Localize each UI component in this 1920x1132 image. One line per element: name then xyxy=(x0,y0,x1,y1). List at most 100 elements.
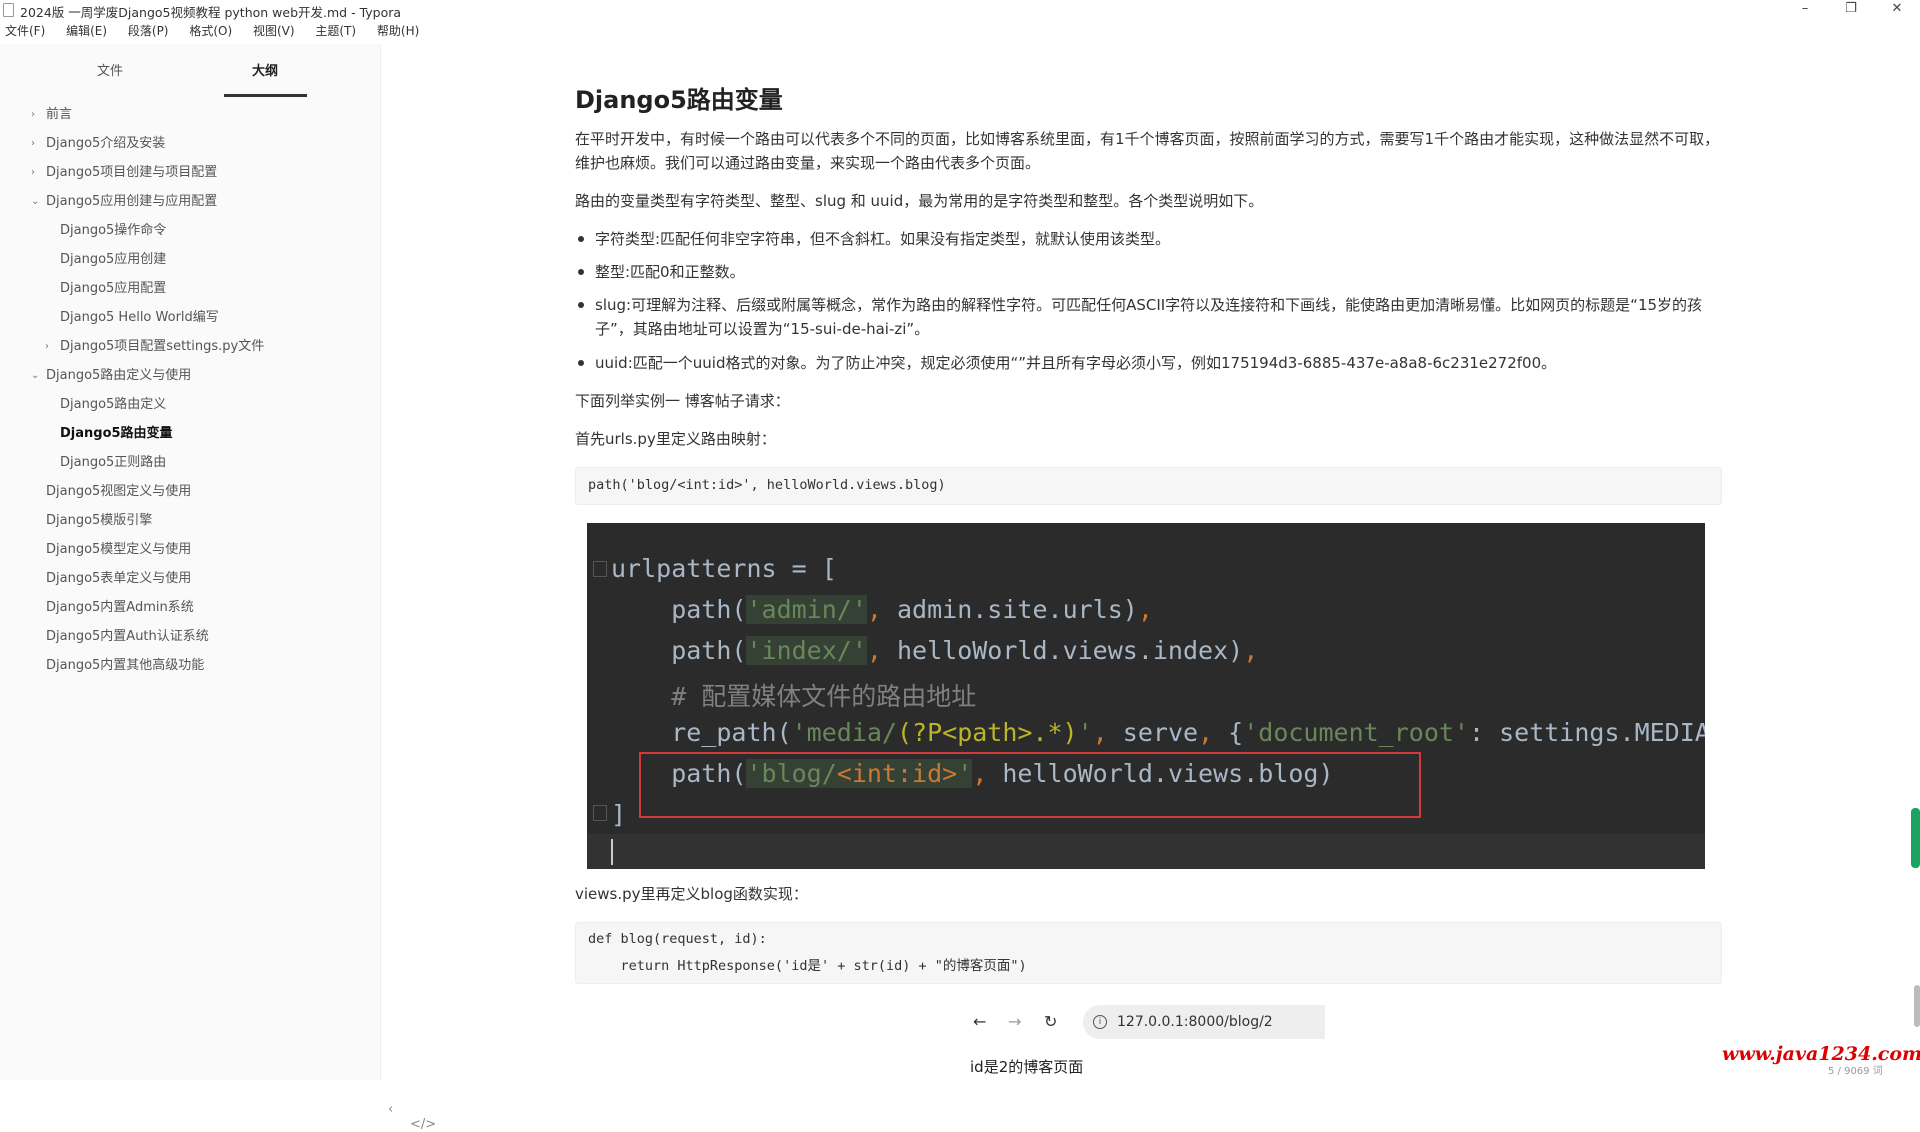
text-caret xyxy=(611,839,613,865)
outline-item[interactable]: Django5路由定义 xyxy=(60,394,166,416)
sidebar-tabs: 文件 大纲 xyxy=(0,56,380,97)
outline-item-label: Django5项目创建与项目配置 xyxy=(46,165,218,180)
outline-item[interactable]: Django5表单定义与使用 xyxy=(46,568,191,590)
code-line: return HttpResponse('id是' + str(id) + "的… xyxy=(588,958,1027,974)
source-code-mode-icon[interactable]: </> xyxy=(410,1117,436,1132)
reload-icon: ↻ xyxy=(1044,1012,1058,1031)
outline-item-label: Django5应用配置 xyxy=(60,281,167,296)
outline-item-label: Django5操作命令 xyxy=(60,223,167,238)
outline-item-label: Django5路由变量 xyxy=(60,426,173,441)
address-bar: i 127.0.0.1:8000/blog/2 xyxy=(1083,1005,1325,1039)
outline-item-label: Django5视图定义与使用 xyxy=(46,484,192,499)
menu-edit[interactable]: 编辑(E) xyxy=(66,22,107,39)
outline-item[interactable]: Django5内置Admin系统 xyxy=(46,597,194,619)
outline-item[interactable]: Django5操作命令 xyxy=(60,220,166,242)
collapse-sidebar-icon[interactable]: ‹ xyxy=(388,1102,393,1117)
url-text: 127.0.0.1:8000/blog/2 xyxy=(1117,1014,1273,1030)
outline-item-label: Django5表单定义与使用 xyxy=(46,571,192,586)
chevron-down-icon[interactable]: ⌄ xyxy=(31,365,39,387)
back-icon: ← xyxy=(973,1012,987,1031)
outline-item-label: Django5模版引擎 xyxy=(46,513,153,528)
outline-item[interactable]: Django5 Hello World编写 xyxy=(60,307,219,329)
browser-result-text: id是2的博客页面 xyxy=(970,1058,1084,1076)
outline-item[interactable]: Django5内置Auth认证系统 xyxy=(46,626,209,648)
menu-view[interactable]: 视图(V) xyxy=(253,22,295,39)
close-button[interactable]: ✕ xyxy=(1882,0,1912,20)
outline-item[interactable]: Django5正则路由 xyxy=(60,452,166,474)
code-block-views[interactable]: def blog(request, id): return HttpRespon… xyxy=(575,922,1722,984)
typora-app-icon xyxy=(3,3,14,17)
code-block-urls[interactable]: path('blog/<int:id>', helloWorld.views.b… xyxy=(575,467,1722,505)
page-title: Django5路由变量 xyxy=(575,86,783,114)
code-comment: # 配置媒体文件的路由地址 xyxy=(611,682,977,711)
menu-file[interactable]: 文件(F) xyxy=(5,22,45,39)
menu-bar: 文件(F) 编辑(E) 段落(P) 格式(O) 视图(V) 主题(T) 帮助(H… xyxy=(0,22,431,42)
code-line: ] xyxy=(611,800,627,829)
chevron-right-icon[interactable]: › xyxy=(31,133,35,155)
code-line: path('admin/', admin.site.urls), xyxy=(611,595,1153,624)
maximize-button[interactable]: ❐ xyxy=(1836,0,1866,20)
outline-item[interactable]: › Django5项目创建与项目配置 xyxy=(31,162,218,184)
outline-item-label: Django5正则路由 xyxy=(60,455,167,470)
tab-outline[interactable]: 大纲 xyxy=(225,60,305,79)
ide-code-screenshot: urlpatterns = [ path('admin/', admin.sit… xyxy=(587,523,1705,869)
outline-item[interactable]: Django5路由变量 xyxy=(60,423,173,445)
outline-item-label: Django5内置其他高级功能 xyxy=(46,658,205,673)
code-line: def blog(request, id): xyxy=(588,931,767,947)
outline-item-label: 前言 xyxy=(46,107,73,122)
bullet-dot xyxy=(578,236,584,242)
list-item: 整型:匹配0和正整数。 xyxy=(578,260,1720,284)
chevron-right-icon[interactable]: › xyxy=(45,336,49,358)
outline-item-label: Django5内置Admin系统 xyxy=(46,600,194,615)
chevron-right-icon[interactable]: › xyxy=(31,104,35,126)
outline-item[interactable]: Django5模版引擎 xyxy=(46,510,152,532)
scroll-indicator[interactable] xyxy=(1911,808,1920,868)
outline-item[interactable]: Django5应用配置 xyxy=(60,278,166,300)
tab-files[interactable]: 文件 xyxy=(70,60,150,79)
chevron-right-icon[interactable]: › xyxy=(31,162,35,184)
tab-active-indicator xyxy=(224,94,307,97)
word-count[interactable]: 5 / 9069 词 xyxy=(1828,1062,1883,1077)
outline-item[interactable]: › 前言 xyxy=(31,104,73,126)
outline-item[interactable]: Django5视图定义与使用 xyxy=(46,481,191,503)
example-intro-paragraph: 下面列举实例一 博客帖子请求： xyxy=(575,392,790,410)
outline-item-label: Django5模型定义与使用 xyxy=(46,542,192,557)
menu-help[interactable]: 帮助(H) xyxy=(377,22,419,39)
title-bar: 2024版 一周学废Django5视频教程 python web开发.md - … xyxy=(0,0,1920,20)
sidebar: 文件 大纲 › 前言 › Django5介绍及安装 › Django5项目创建与项目配置 ⌄… xyxy=(0,44,436,1132)
code-line: re_path('media/(?P<path>.*)', serve, {'d… xyxy=(611,718,1705,747)
outline-item[interactable]: › Django5项目配置settings.py文件 xyxy=(45,336,265,358)
outline-item-label: Django5应用创建 xyxy=(60,252,167,267)
outline-item-label: Django5项目配置settings.py文件 xyxy=(60,339,265,354)
bullet-dot xyxy=(578,269,584,275)
menu-theme[interactable]: 主题(T) xyxy=(315,22,356,39)
forward-icon: → xyxy=(1008,1012,1022,1031)
outline-item[interactable]: ⌄ Django5路由定义与使用 xyxy=(31,365,191,387)
outline-item[interactable]: Django5内置其他高级功能 xyxy=(46,655,204,677)
scrollbar-thumb[interactable] xyxy=(1914,985,1920,1027)
urls-intro-paragraph: 首先urls.py里定义路由映射： xyxy=(575,430,776,448)
outline-item[interactable]: › Django5介绍及安装 xyxy=(31,133,166,155)
list-item: uuid:匹配一个uuid格式的对象。为了防止冲突，规定必须使用“”并且所有字母… xyxy=(578,351,1720,375)
window-title: 2024版 一周学废Django5视频教程 python web开发.md - … xyxy=(20,5,402,20)
outline-item[interactable]: ⌄ Django5应用创建与应用配置 xyxy=(31,191,218,213)
sidebar-bottom-bar: ‹ </> xyxy=(388,1102,436,1132)
fold-marker-icon xyxy=(593,561,607,577)
chevron-down-icon[interactable]: ⌄ xyxy=(31,191,39,213)
outline-item[interactable]: Django5模型定义与使用 xyxy=(46,539,191,561)
bullet-dot xyxy=(578,360,584,366)
outline-item-label: Django5路由定义 xyxy=(60,397,167,412)
watermark: www.java1234.com xyxy=(1722,1043,1920,1065)
outline-item-label: Django5应用创建与应用配置 xyxy=(46,194,218,209)
list-item: 字符类型:匹配任何非空字符串，但不含斜杠。如果没有指定类型，就默认使用该类型。 xyxy=(578,227,1720,251)
types-intro-paragraph: 路由的变量类型有字符类型、整型、slug 和 uuid，最为常用的是字符类型和整… xyxy=(575,192,1264,210)
outline-item[interactable]: Django5应用创建 xyxy=(60,249,166,271)
code-line: path('index/', helloWorld.views.index), xyxy=(611,636,1259,665)
highlight-box xyxy=(639,752,1421,818)
browser-screenshot: ← → ↻ i 127.0.0.1:8000/blog/2 xyxy=(965,1002,1325,1042)
menu-format[interactable]: 格式(O) xyxy=(189,22,232,39)
outline-item-label: Django5介绍及安装 xyxy=(46,136,166,151)
code-line: urlpatterns = [ xyxy=(611,554,837,583)
menu-paragraph[interactable]: 段落(P) xyxy=(128,22,169,39)
minimize-button[interactable]: – xyxy=(1790,0,1820,20)
